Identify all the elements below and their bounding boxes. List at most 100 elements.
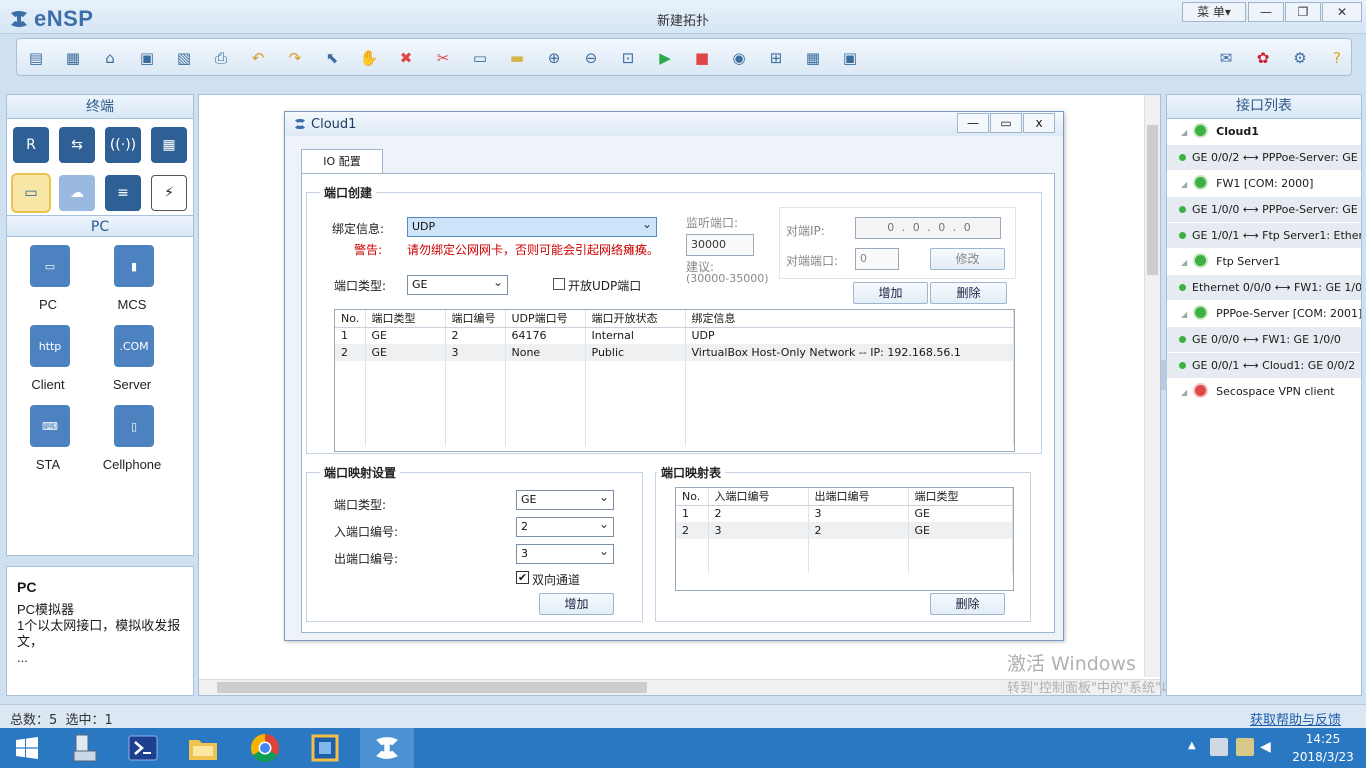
mapping-table-header-cell[interactable]: 入端口编号 bbox=[708, 488, 809, 506]
tray-volume-icon[interactable]: ◀ bbox=[1260, 738, 1276, 756]
other-device-icon[interactable]: ≡ bbox=[105, 175, 141, 211]
router-icon[interactable]: R bbox=[13, 127, 49, 163]
port-table-row[interactable]: 2 GE 3 None Public VirtualBox Host-Only Netwo… bbox=[335, 344, 1014, 361]
save-icon[interactable]: ▣ bbox=[136, 47, 158, 69]
mapping-table-row[interactable]: 2 3 2 GE bbox=[676, 522, 1013, 539]
interface-link-item[interactable]: GE 1/0/0 ⟷ PPPoe-Server: GE bbox=[1167, 197, 1361, 223]
tray-security-icon[interactable] bbox=[1236, 738, 1254, 756]
device-tile-server[interactable]: .COM Server bbox=[97, 323, 167, 397]
port-table-header-cell[interactable]: No. bbox=[335, 310, 366, 328]
capture-icon[interactable]: ◉ bbox=[728, 47, 750, 69]
port-table-header-cell[interactable]: 端口类型 bbox=[365, 310, 446, 328]
expand-arrow-icon[interactable]: ◢ bbox=[1181, 258, 1187, 267]
select-pointer-icon[interactable]: ⬉ bbox=[321, 47, 343, 69]
tab-io-config[interactable]: IO 配置 bbox=[301, 149, 383, 174]
text-annotation-icon[interactable]: ▭ bbox=[469, 47, 491, 69]
mapping-table-header-cell[interactable]: 端口类型 bbox=[908, 488, 1013, 506]
clock-time[interactable]: 14:25 bbox=[1288, 732, 1358, 746]
port-table-header-cell[interactable]: 端口开放状态 bbox=[585, 310, 686, 328]
help-feedback-link[interactable]: 获取帮助与反馈 bbox=[1250, 709, 1341, 728]
expand-arrow-icon[interactable]: ◢ bbox=[1181, 310, 1187, 319]
taskbar-file-explorer[interactable] bbox=[176, 728, 230, 768]
restore-button[interactable]: ❐ bbox=[1285, 2, 1321, 22]
interface-link-item[interactable]: Ethernet 0/0/0 ⟷ FW1: GE 1/0 bbox=[1167, 275, 1361, 301]
vertical-scrollbar[interactable] bbox=[1144, 95, 1160, 677]
bind-select[interactable]: UDP bbox=[407, 215, 657, 237]
taskbar-powershell[interactable] bbox=[116, 728, 170, 768]
interface-link-item[interactable]: GE 0/0/2 ⟷ PPPoe-Server: GE bbox=[1167, 145, 1361, 171]
switch-icon[interactable]: ⇆ bbox=[59, 127, 95, 163]
panel-splitter[interactable] bbox=[1161, 360, 1167, 390]
taskbar-ensp[interactable] bbox=[360, 728, 414, 768]
terminal-icon[interactable]: ▣ bbox=[839, 47, 861, 69]
interface-device-item[interactable]: ◢ Cloud1 bbox=[1167, 119, 1361, 145]
wlan-icon[interactable]: ((·)) bbox=[105, 127, 141, 163]
delete-icon[interactable]: ✖ bbox=[395, 47, 417, 69]
undo-icon[interactable]: ↶ bbox=[247, 47, 269, 69]
mapping-table-header-cell[interactable]: 出端口编号 bbox=[808, 488, 909, 506]
dialog-close-button[interactable]: x bbox=[1023, 113, 1055, 133]
start-button[interactable] bbox=[0, 728, 54, 768]
dialog-minimize-button[interactable]: — bbox=[957, 113, 989, 133]
new-topology-icon[interactable]: ▤ bbox=[25, 47, 47, 69]
interface-device-item[interactable]: ◢ FW1 [COM: 2000] bbox=[1167, 171, 1361, 197]
grid-icon[interactable]: ▦ bbox=[802, 47, 824, 69]
expand-arrow-icon[interactable]: ◢ bbox=[1181, 128, 1187, 137]
interface-device-item[interactable]: ◢ Ftp Server1 bbox=[1167, 249, 1361, 275]
save-as-icon[interactable]: ▧ bbox=[173, 47, 195, 69]
port-table-header-cell[interactable]: 绑定信息 bbox=[685, 310, 1014, 328]
pan-hand-icon[interactable]: ✋ bbox=[358, 47, 380, 69]
device-tile-mcs[interactable]: ▮ MCS bbox=[97, 243, 167, 317]
taskbar-server-manager[interactable] bbox=[56, 728, 110, 768]
firewall-icon[interactable]: ▦ bbox=[151, 127, 187, 163]
topology-icon[interactable]: ⊞ bbox=[765, 47, 787, 69]
device-tile-cellphone[interactable]: ▯ Cellphone bbox=[97, 403, 167, 477]
stop-device-icon[interactable]: ■ bbox=[691, 47, 713, 69]
minimize-button[interactable]: — bbox=[1248, 2, 1284, 22]
redo-icon[interactable]: ↷ bbox=[284, 47, 306, 69]
interface-device-item[interactable]: ◢ Secospace VPN client bbox=[1167, 379, 1361, 405]
out-port-select[interactable]: 3 bbox=[516, 542, 614, 564]
chat-icon[interactable]: ✉ bbox=[1215, 47, 1237, 69]
remote-port-input[interactable]: 0 bbox=[855, 248, 899, 270]
mapping-table-row[interactable]: 1 2 3 GE bbox=[676, 505, 1013, 522]
open-udp-checkbox[interactable] bbox=[553, 278, 565, 290]
add-mapping-button[interactable]: 增加 bbox=[539, 593, 614, 615]
horizontal-scroll-thumb[interactable] bbox=[217, 682, 647, 693]
map-port-type-select[interactable]: GE bbox=[516, 488, 614, 510]
in-port-select[interactable]: 2 bbox=[516, 515, 614, 537]
new-example-icon[interactable]: ▦ bbox=[62, 47, 84, 69]
zoom-out-icon[interactable]: ⊖ bbox=[580, 47, 602, 69]
huawei-logo-icon[interactable]: ✿ bbox=[1252, 47, 1274, 69]
taskbar-virtualbox[interactable] bbox=[298, 728, 352, 768]
cloud-icon[interactable]: ☁ bbox=[59, 175, 95, 211]
tray-network-icon[interactable] bbox=[1210, 738, 1228, 756]
interface-link-item[interactable]: GE 0/0/0 ⟷ FW1: GE 1/0/0 bbox=[1167, 327, 1361, 353]
device-tile-client[interactable]: http Client bbox=[13, 323, 83, 397]
open-icon[interactable]: ⌂ bbox=[99, 47, 121, 69]
print-icon[interactable]: ⎙ bbox=[210, 47, 232, 69]
close-button[interactable]: ✕ bbox=[1322, 2, 1362, 22]
delete-port-button[interactable]: 删除 bbox=[930, 282, 1007, 304]
taskbar-chrome[interactable] bbox=[238, 728, 292, 768]
settings-gear-icon[interactable]: ⚙ bbox=[1289, 47, 1311, 69]
expand-arrow-icon[interactable]: ◢ bbox=[1181, 388, 1187, 397]
expand-arrow-icon[interactable]: ◢ bbox=[1181, 180, 1187, 189]
interface-link-item[interactable]: GE 1/0/1 ⟷ Ftp Server1: Ether bbox=[1167, 223, 1361, 249]
port-type-select[interactable]: GE bbox=[407, 273, 508, 295]
modify-button[interactable]: 修改 bbox=[930, 248, 1005, 270]
main-menu-button[interactable]: 菜 单▾ bbox=[1182, 2, 1246, 22]
tray-expand-icon[interactable]: ▲ bbox=[1188, 740, 1196, 751]
help-icon[interactable]: ? bbox=[1326, 47, 1348, 69]
port-table-header-cell[interactable]: UDP端口号 bbox=[505, 310, 586, 328]
device-tile-sta[interactable]: ⌨ STA bbox=[13, 403, 83, 477]
port-table-header-cell[interactable]: 端口编号 bbox=[445, 310, 506, 328]
add-port-button[interactable]: 增加 bbox=[853, 282, 928, 304]
delete-mapping-button[interactable]: 删除 bbox=[930, 593, 1005, 615]
delete-connections-icon[interactable]: ✂ bbox=[432, 47, 454, 69]
interface-link-item[interactable]: GE 0/0/1 ⟷ Cloud1: GE 0/0/2 bbox=[1167, 353, 1361, 379]
rectangle-icon[interactable]: ▬ bbox=[506, 47, 528, 69]
dialog-maximize-button[interactable]: ▭ bbox=[990, 113, 1022, 133]
remote-ip-input[interactable]: 0 . 0 . 0 . 0 bbox=[855, 217, 1001, 239]
bidirectional-checkbox[interactable]: ✔ bbox=[516, 571, 529, 584]
